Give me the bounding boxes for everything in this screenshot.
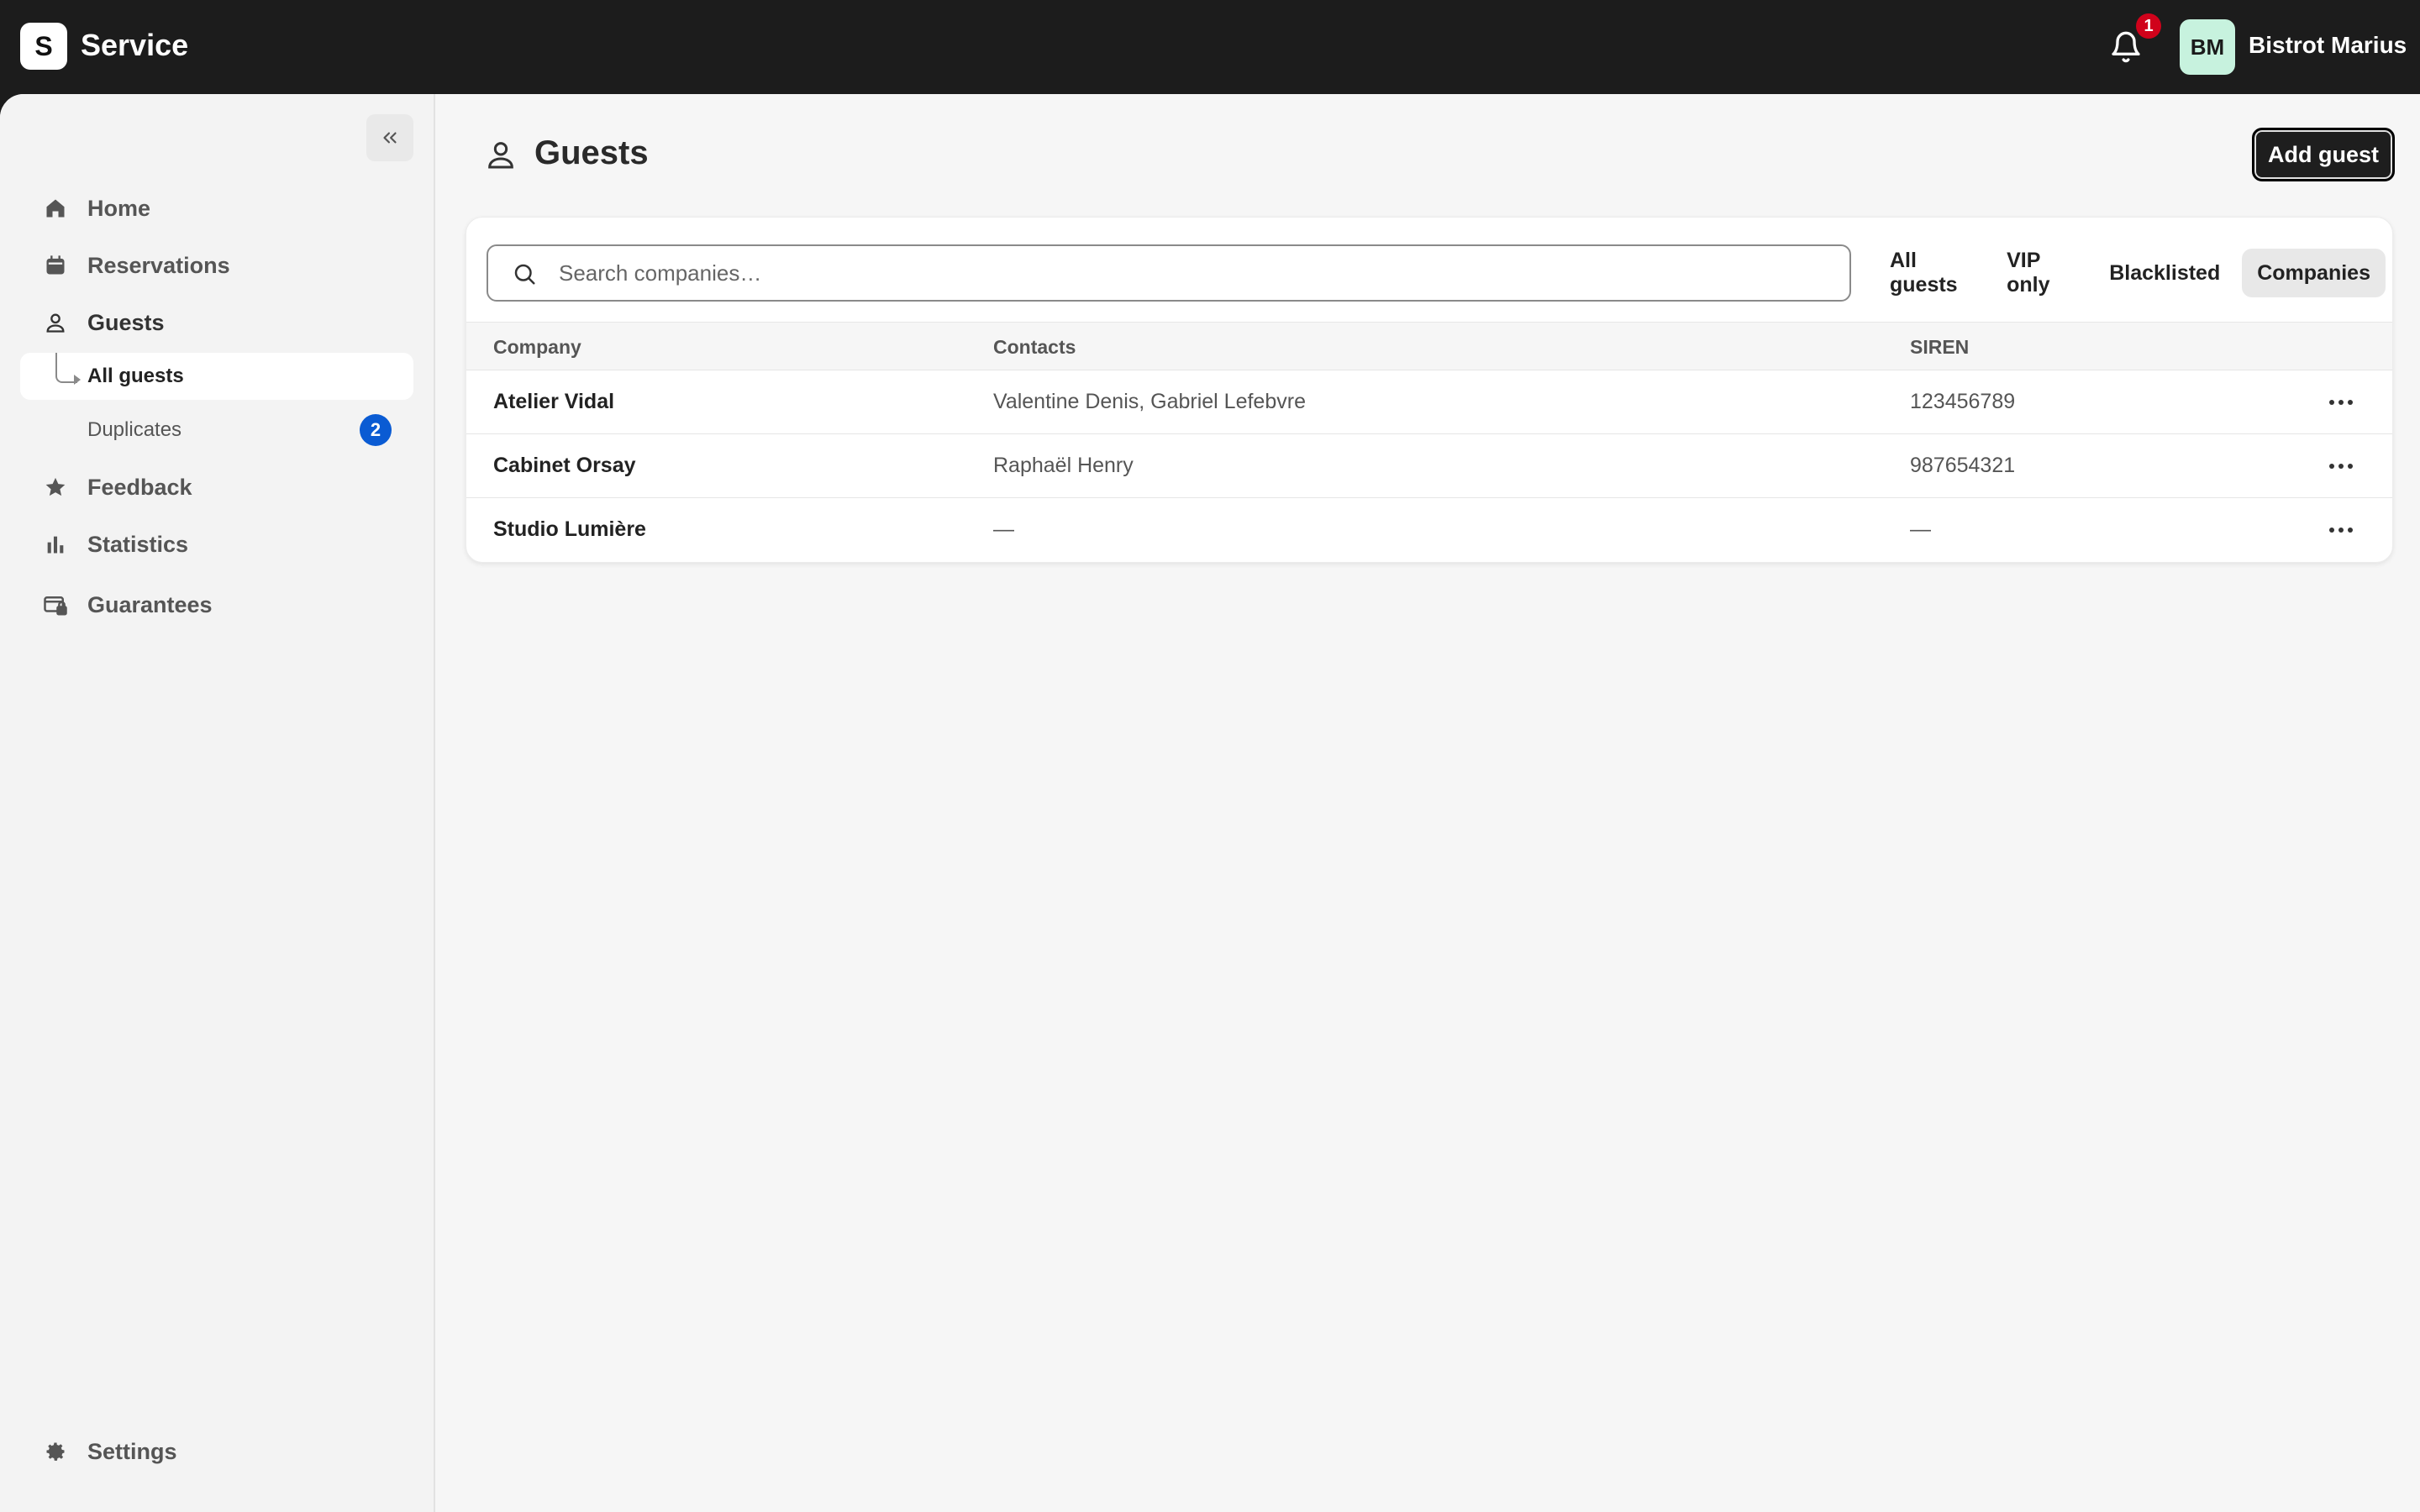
gear-icon bbox=[42, 1438, 69, 1465]
company-name: Studio Lumière bbox=[493, 517, 646, 541]
sidebar: Home Reservations Guests All guests Dupl… bbox=[0, 94, 435, 1512]
company-name: Atelier Vidal bbox=[493, 390, 615, 413]
more-actions-button[interactable] bbox=[2320, 453, 2362, 480]
double-chevron-left-icon bbox=[383, 132, 397, 144]
search-box[interactable] bbox=[487, 244, 1851, 302]
sidebar-item-feedback[interactable]: Feedback bbox=[20, 464, 413, 511]
avatar[interactable]: BM bbox=[2180, 19, 2235, 75]
company-siren: 987654321 bbox=[1910, 454, 2016, 477]
person-icon bbox=[42, 309, 69, 336]
company-siren: 123456789 bbox=[1910, 390, 2016, 413]
company-name: Cabinet Orsay bbox=[493, 454, 636, 477]
search-icon bbox=[514, 264, 535, 285]
sidebar-subitem-all-guests[interactable]: All guests bbox=[20, 353, 413, 400]
sidebar-item-label: Settings bbox=[87, 1438, 177, 1464]
sidebar-item-label: Statistics bbox=[87, 531, 189, 557]
sidebar-item-guests[interactable]: Guests bbox=[20, 299, 413, 346]
company-contacts: Raphaël Henry bbox=[993, 454, 1134, 477]
column-header-company[interactable]: Company bbox=[493, 336, 581, 359]
collapse-sidebar-button[interactable] bbox=[366, 114, 413, 161]
table-row[interactable]: Studio Lumière — — bbox=[466, 498, 2392, 562]
filter-blacklisted[interactable]: Blacklisted bbox=[2094, 249, 2235, 297]
calendar-icon bbox=[42, 252, 69, 279]
filter-all-guests[interactable]: All guests bbox=[1875, 249, 1985, 297]
table-row[interactable]: Cabinet Orsay Raphaël Henry 987654321 bbox=[466, 434, 2392, 498]
search-input[interactable] bbox=[559, 246, 1819, 300]
bell-icon[interactable] bbox=[2109, 30, 2143, 64]
page-title: Guests bbox=[534, 134, 649, 171]
company-contacts: — bbox=[993, 517, 1014, 541]
guests-card: All guests VIP only Blacklisted Companie… bbox=[466, 217, 2393, 563]
star-icon bbox=[42, 474, 69, 501]
sidebar-item-label: Home bbox=[87, 195, 151, 221]
user-name[interactable]: Bistrot Marius bbox=[2249, 32, 2407, 59]
app-logo[interactable]: S bbox=[20, 23, 67, 70]
notification-badge: 1 bbox=[2136, 13, 2161, 39]
table-row[interactable]: Atelier Vidal Valentine Denis, Gabriel L… bbox=[466, 370, 2392, 434]
sidebar-item-label: Guests bbox=[87, 309, 165, 335]
duplicates-count-badge: 2 bbox=[360, 414, 392, 446]
filter-tabs: All guests VIP only Blacklisted Companie… bbox=[1875, 244, 2392, 302]
sidebar-item-reservations[interactable]: Reservations bbox=[20, 242, 413, 289]
sidebar-item-label: Guarantees bbox=[87, 591, 213, 617]
bar-chart-icon bbox=[42, 531, 69, 558]
company-siren: — bbox=[1910, 517, 1931, 541]
column-header-siren[interactable]: SIREN bbox=[1910, 336, 1969, 359]
app-shell: Home Reservations Guests All guests Dupl… bbox=[0, 94, 2420, 1512]
sidebar-item-label: Reservations bbox=[87, 252, 230, 278]
table-header: Company Contacts SIREN bbox=[466, 322, 2392, 370]
top-bar: S Service 1 BM Bistrot Marius bbox=[0, 0, 2420, 94]
column-header-contacts[interactable]: Contacts bbox=[993, 336, 1076, 359]
main-content: Guests Add guest All guests VIP only Bla… bbox=[437, 94, 2420, 1512]
company-contacts: Valentine Denis, Gabriel Lefebvre bbox=[993, 390, 1306, 413]
more-actions-button[interactable] bbox=[2320, 389, 2362, 416]
tree-arrow-icon bbox=[74, 375, 81, 385]
sidebar-item-guarantees[interactable]: Guarantees bbox=[20, 581, 413, 628]
sidebar-item-statistics[interactable]: Statistics bbox=[20, 521, 413, 568]
filter-companies[interactable]: Companies bbox=[2242, 249, 2386, 297]
sidebar-item-label: Feedback bbox=[87, 474, 192, 500]
sidebar-subitem-label: Duplicates bbox=[87, 418, 182, 441]
add-guest-button[interactable]: Add guest bbox=[2252, 128, 2395, 181]
filter-vip-only[interactable]: VIP only bbox=[1991, 249, 2087, 297]
sidebar-subitem-label: All guests bbox=[87, 365, 184, 387]
sidebar-item-home[interactable]: Home bbox=[20, 185, 413, 232]
sidebar-item-settings[interactable]: Settings bbox=[20, 1428, 413, 1475]
home-icon bbox=[42, 195, 69, 222]
sidebar-subitem-duplicates[interactable]: Duplicates 2 bbox=[20, 407, 413, 454]
app-title: Service bbox=[81, 28, 189, 62]
more-actions-button[interactable] bbox=[2320, 517, 2362, 543]
card-lock-icon bbox=[42, 591, 69, 618]
person-icon bbox=[488, 142, 513, 169]
